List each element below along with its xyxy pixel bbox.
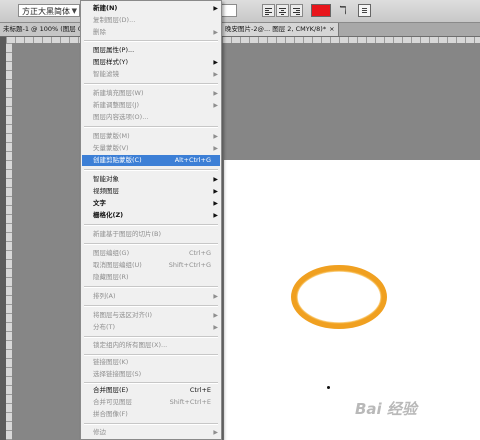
submenu-arrow-icon: ▶ [213,176,218,183]
menu-item-type[interactable]: 文字 ▶ [82,198,220,209]
menu-item-ungroup-layers[interactable]: 取消图层编组(U) Shift+Ctrl+G [82,260,220,271]
menu-item-label: 新建填充图层(W) [93,89,144,97]
menu-item-hide-layers[interactable]: 隐藏图层(R) [82,272,220,283]
menu-separator [84,243,218,245]
menu-item-new[interactable]: 新建(N) ▶ [82,3,220,14]
submenu-arrow-icon: ▶ [213,200,218,207]
menu-item-smart-object[interactable]: 智能对象 ▶ [82,174,220,185]
submenu-arrow-icon: ▶ [213,293,218,300]
menu-item-lock-all-layers-in-group[interactable]: 锁定组内的所有图层(X)... [82,340,220,351]
menu-item-arrange[interactable]: 排列(A) ▶ [82,291,220,302]
menu-item-group-layers[interactable]: 图层编组(G) Ctrl+G [82,248,220,259]
menu-item-label: 排列(A) [93,292,116,300]
menu-item-label: 分布(T) [93,323,116,331]
menu-item-vector-mask[interactable]: 矢量蒙版(V) ▶ [82,143,220,154]
menu-item-label: 新建调整图层(J) [93,101,139,109]
menu-item-video-layer[interactable]: 视频图层 ▶ [82,186,220,197]
menu-item-label: 视频图层 [93,187,119,195]
menu-item-align-to-selection[interactable]: 将图层与选区对齐(I) ▶ [82,310,220,321]
menu-separator [84,40,218,42]
menu-item-label: 新建(N) [93,4,118,12]
menu-item-label: 删除 [93,28,106,36]
submenu-arrow-icon: ▶ [213,212,218,219]
menu-item-distribute[interactable]: 分布(T) ▶ [82,322,220,333]
submenu-arrow-icon: ▶ [213,324,218,331]
menu-item-label: 拼合图像(F) [93,410,128,418]
menu-item-label: 新建基于图层的切片(B) [93,230,162,238]
menu-separator [84,286,218,288]
menu-separator [84,305,218,307]
submenu-arrow-icon: ▶ [213,133,218,140]
menu-item-label: 矢量蒙版(V) [93,144,129,152]
submenu-arrow-icon: ▶ [213,312,218,319]
menu-item-label: 链接图层(K) [93,358,129,366]
menu-item-duplicate-layer[interactable]: 复制图层(D)... [82,15,220,26]
menu-item-layer-mask[interactable]: 图层蒙版(M) ▶ [82,131,220,142]
menu-item-rasterize[interactable]: 栅格化(Z) ▶ [82,210,220,221]
menu-item-shortcut: Ctrl+E [189,386,211,394]
menu-item-delete[interactable]: 删除 ▶ [82,27,220,38]
menu-item-label: 图层属性(P)... [93,46,135,54]
menu-item-link-layers[interactable]: 链接图层(K) [82,357,220,368]
menu-item-label: 取消图层编组(U) [93,261,142,269]
menu-item-shortcut: Shift+Ctrl+G [168,261,211,269]
submenu-arrow-icon: ▶ [213,188,218,195]
menu-separator [84,336,218,338]
menu-separator [84,83,218,85]
menu-item-shortcut: Ctrl+G [188,249,211,257]
menu-separator [84,382,218,384]
menu-item-matting[interactable]: 修边 ▶ [82,427,220,438]
menu-item-new-layer-based-slice[interactable]: 新建基于图层的切片(B) [82,229,220,240]
menu-item-smart-filter[interactable]: 智能滤镜 ▶ [82,69,220,80]
menu-separator [84,169,218,171]
menu-item-select-linked-layers[interactable]: 选择链接图层(S) [82,369,220,380]
submenu-arrow-icon: ▶ [213,145,218,152]
menu-item-layer-properties[interactable]: 图层属性(P)... [82,45,220,56]
menu-item-create-clipping-mask[interactable]: 创建剪贴蒙版(C) Alt+Ctrl+G [82,155,220,166]
menu-item-merge-visible[interactable]: 合并可见图层 Shift+Ctrl+E [82,397,220,408]
canvas-point [327,386,330,389]
submenu-arrow-icon: ▶ [213,59,218,66]
layer-menu: 新建(N) ▶ 复制图层(D)... 删除 ▶ 图层属性(P)... 图层样式(Y)… [80,0,222,440]
menu-item-label: 修边 [93,428,106,436]
menu-item-layer-content-options[interactable]: 图层内容选项(O)... [82,112,220,123]
menu-item-label: 图层内容选项(O)... [93,113,149,121]
menu-item-layer-style[interactable]: 图层样式(Y) ▶ [82,57,220,68]
orange-ellipse-shape [291,265,387,329]
menu-item-label: 图层蒙版(M) [93,132,130,140]
menu-item-label: 将图层与选区对齐(I) [93,311,152,319]
menu-item-label: 合并图层(E) [93,386,129,394]
submenu-arrow-icon: ▶ [213,90,218,97]
menu-item-new-adjustment-layer[interactable]: 新建调整图层(J) ▶ [82,100,220,111]
menu-item-label: 图层编组(G) [93,249,130,257]
menu-item-label: 文字 [93,199,106,207]
menu-separator [84,126,218,128]
menu-item-label: 隐藏图层(R) [93,273,129,281]
menu-item-label: 锁定组内的所有图层(X)... [93,341,168,349]
watermark-logo: Bai 经验 [355,400,417,418]
menu-item-shortcut: Alt+Ctrl+G [174,156,211,164]
submenu-arrow-icon: ▶ [213,71,218,78]
submenu-arrow-icon: ▶ [213,29,218,36]
submenu-arrow-icon: ▶ [213,102,218,109]
menu-item-label: 栅格化(Z) [93,211,124,219]
submenu-arrow-icon: ▶ [213,5,218,12]
menu-item-label: 复制图层(D)... [93,16,136,24]
menu-separator [84,354,218,356]
menu-item-label: 合并可见图层 [93,398,132,406]
menu-item-label: 图层样式(Y) [93,58,129,66]
menu-item-label: 智能对象 [93,175,119,183]
menu-item-new-fill-layer[interactable]: 新建填充图层(W) ▶ [82,88,220,99]
menu-item-label: 选择链接图层(S) [93,370,142,378]
menu-separator [84,423,218,425]
menu-item-label: 智能滤镜 [93,70,119,78]
menu-item-merge-layers[interactable]: 合并图层(E) Ctrl+E [82,385,220,396]
submenu-arrow-icon: ▶ [213,429,218,436]
menu-item-shortcut: Shift+Ctrl+E [169,398,211,406]
menu-separator [84,224,218,226]
menu-item-label: 创建剪贴蒙版(C) [93,156,142,164]
menu-item-flatten-image[interactable]: 拼合图像(F) [82,409,220,420]
